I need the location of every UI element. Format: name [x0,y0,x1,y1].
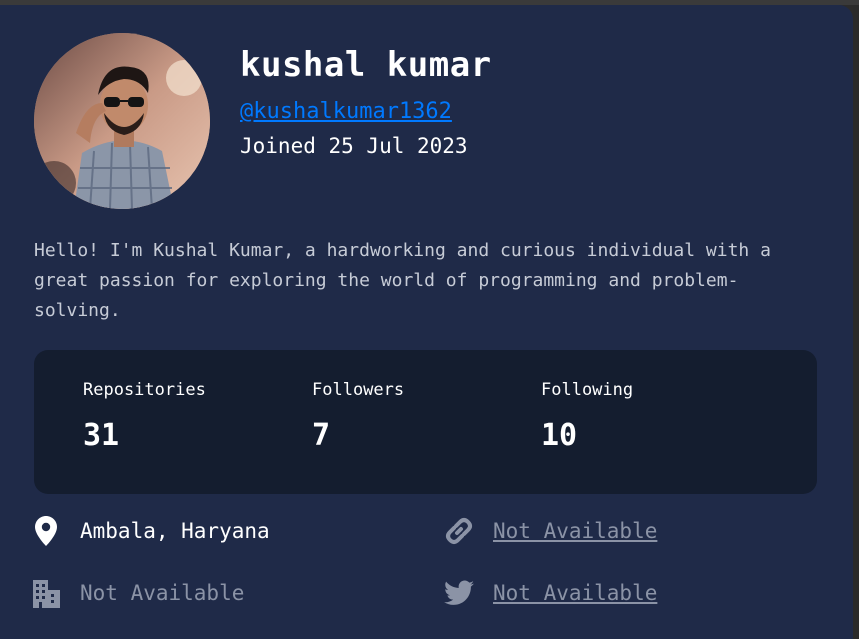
window-right-edge [853,5,859,639]
stat-followers: Followers 7 [312,380,404,453]
building-icon [30,577,62,609]
twitter-icon [443,577,475,609]
location-text: Ambala, Haryana [80,519,270,543]
info-company: Not Available [30,577,244,609]
avatar [34,33,210,209]
stat-value: 31 [83,418,120,453]
location-pin-icon [30,515,62,547]
stat-following: Following 10 [541,380,633,453]
stat-label: Following [541,380,634,400]
website-link[interactable]: Not Available [493,519,657,543]
joined-date: Joined 25 Jul 2023 [240,134,468,158]
profile-bio: Hello! I'm Kushal Kumar, a hardworking a… [34,240,771,321]
stat-label: Repositories [83,380,206,400]
info-location: Ambala, Haryana [30,515,270,547]
info-twitter: Not Available [443,577,657,609]
stats-panel: Repositories 31 Followers 7 Following 10 [34,350,817,494]
profile-handle-link[interactable]: @kushalkumar1362 [240,99,452,124]
twitter-link[interactable]: Not Available [493,581,657,605]
company-text: Not Available [80,581,245,605]
profile-name: kushal kumar [240,45,492,85]
profile-card: kushal kumar @kushalkumar1362 Joined 25 … [0,5,853,639]
stat-value: 10 [541,418,578,453]
link-icon [443,515,475,547]
stat-value: 7 [312,418,331,453]
stat-repositories: Repositories 31 [83,380,206,453]
stat-label: Followers [312,380,405,400]
info-website: Not Available [443,515,657,547]
